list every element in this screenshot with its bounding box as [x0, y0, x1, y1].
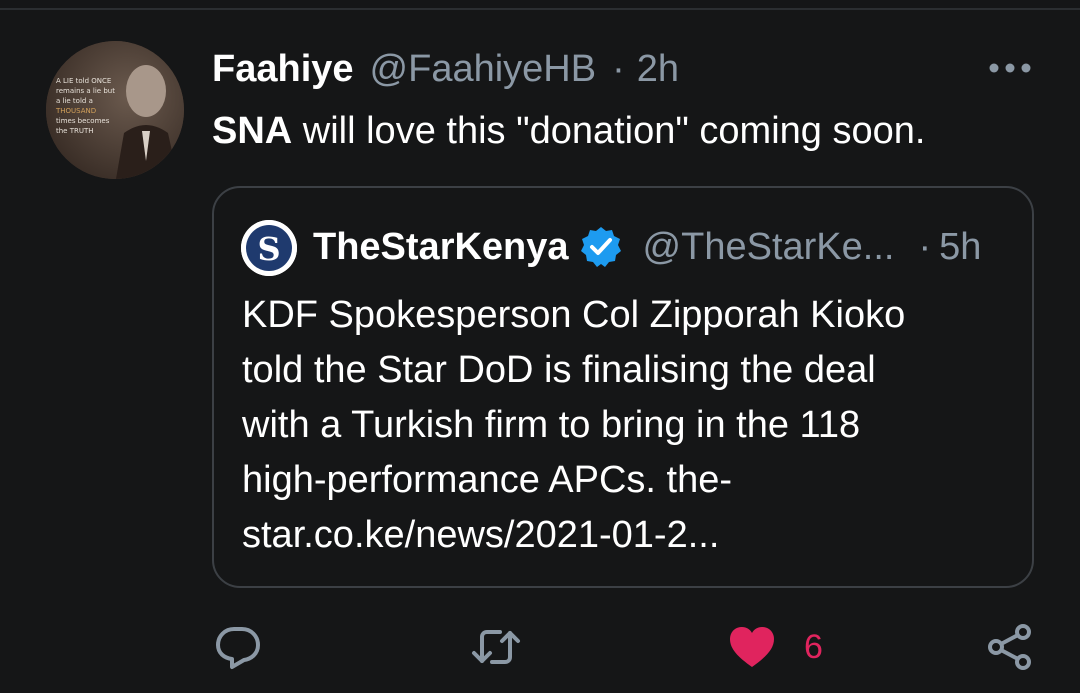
quoted-link[interactable]: star.co.ke/news/2021-01-2... — [242, 508, 1012, 563]
mention-text: SNA — [212, 110, 293, 152]
author-name[interactable]: Faahiye — [212, 48, 354, 91]
action-bar: 6 — [0, 612, 1080, 682]
separator-dot: · — [612, 47, 625, 90]
avatar-image: A LIE told ONCE remains a lie but a lie … — [46, 41, 184, 179]
quoted-author-handle: @TheStarKe... — [642, 225, 895, 268]
like-icon — [730, 627, 774, 667]
tweet[interactable]: A LIE told ONCE remains a lie but a lie … — [0, 0, 1080, 693]
reply-icon — [216, 627, 260, 669]
avatar-text-line: a lie told a — [56, 97, 93, 105]
avatar-text-line: A LIE told ONCE — [56, 77, 111, 85]
share-button[interactable] — [986, 612, 1034, 682]
like-button[interactable]: 6 — [728, 612, 823, 682]
retweet-button[interactable] — [470, 612, 522, 682]
more-options-icon[interactable] — [985, 58, 1035, 78]
tweet-text: SNA will love this "donation" coming soo… — [212, 106, 1032, 156]
separator-dot: · — [918, 225, 932, 268]
quoted-text-line: told the Star DoD is finalising the deal — [242, 349, 876, 391]
avatar[interactable]: A LIE told ONCE remains a lie but a lie … — [46, 41, 184, 179]
like-count: 6 — [804, 627, 823, 666]
verified-badge-icon — [580, 227, 621, 267]
reply-button[interactable] — [214, 612, 262, 682]
avatar-text-line: THOUSAND — [55, 107, 96, 115]
quoted-author-name: TheStarKenya — [313, 225, 569, 268]
tweet-header: Faahiye @FaahiyeHB · 2h — [212, 46, 679, 92]
avatar-text-line: the TRUTH — [56, 127, 94, 135]
quoted-text: KDF Spokesperson Col Zipporah Kioko told… — [242, 288, 1012, 563]
quoted-text-line: KDF Spokesperson Col Zipporah Kioko — [242, 294, 906, 336]
quoted-tweet[interactable]: S TheStarKenya @TheStarKe... · 5h KDF Sp… — [212, 186, 1034, 588]
retweet-icon — [472, 630, 520, 664]
author-handle[interactable]: @FaahiyeHB — [370, 48, 597, 91]
tweet-body: will love this "donation" coming soon. — [292, 110, 926, 152]
avatar-text-line: remains a lie but — [56, 87, 115, 95]
quoted-timestamp: 5h — [939, 225, 982, 268]
quoted-text-line: high-performance APCs. the- — [242, 459, 733, 501]
quoted-avatar: S — [241, 220, 297, 276]
quoted-text-line: with a Turkish firm to bring in the 118 — [242, 404, 861, 446]
quoted-header: TheStarKenya @TheStarKe... · 5h — [313, 222, 981, 272]
quoted-avatar-letter: S — [257, 230, 280, 268]
timestamp[interactable]: 2h — [637, 48, 679, 91]
avatar-text-line: times becomes — [56, 117, 110, 125]
share-icon — [988, 624, 1031, 670]
